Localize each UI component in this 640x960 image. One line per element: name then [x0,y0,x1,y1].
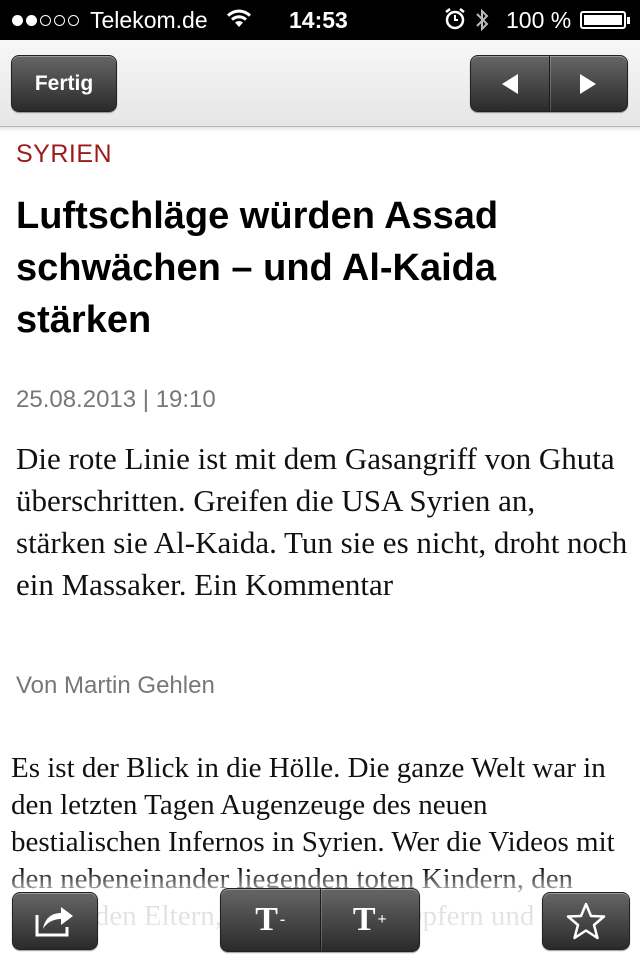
signal-dot [68,15,79,26]
clock: 14:53 [289,7,348,33]
star-icon [566,902,606,940]
next-article-button[interactable] [548,56,628,111]
signal-dot [12,15,23,26]
bottom-toolbar: T- T + [0,870,640,960]
battery-percentage: 100 % [506,7,572,33]
article-date: 25.08.2013 | 19:10 [16,386,216,413]
previous-article-button[interactable] [471,56,549,111]
article-navigation-group [470,55,628,112]
signal-dot [26,15,37,26]
font-size-group: T- T + [220,888,420,952]
right-arrow-icon [580,73,597,94]
favorite-button[interactable] [542,892,630,950]
carrier-name: Telekom.de [90,7,208,33]
top-navigation-bar: Fertig [0,40,640,132]
battery-icon [580,11,630,29]
alarm-icon [444,7,466,37]
article-content[interactable]: SYRIEN Luftschläge würden Assad schwäche… [0,126,640,960]
decrease-font-sign: - [279,911,286,928]
signal-dot [54,15,65,26]
decrease-font-label: T [255,901,278,938]
increase-font-label: T [352,901,376,938]
status-bar: Telekom.de 14:53 100 % [0,0,640,40]
article-lead: Die rote Linie ist mit dem Gasangriff vo… [16,441,628,602]
wifi-icon [226,8,252,35]
signal-strength: Telekom.de [12,7,208,34]
bluetooth-icon [474,7,490,39]
increase-font-button[interactable]: T + [319,889,420,951]
decrease-font-button[interactable]: T- [221,889,320,951]
article-author: Von Martin Gehlen [16,672,215,699]
left-arrow-icon [501,73,518,94]
done-button[interactable]: Fertig [11,55,117,112]
share-button[interactable] [12,892,98,950]
increase-font-sign: + [377,911,387,928]
article-headline: Luftschläge würden Assad schwächen – und… [16,195,499,341]
signal-dot [40,15,51,26]
article-section-label: SYRIEN [16,140,113,168]
share-icon [35,907,73,937]
